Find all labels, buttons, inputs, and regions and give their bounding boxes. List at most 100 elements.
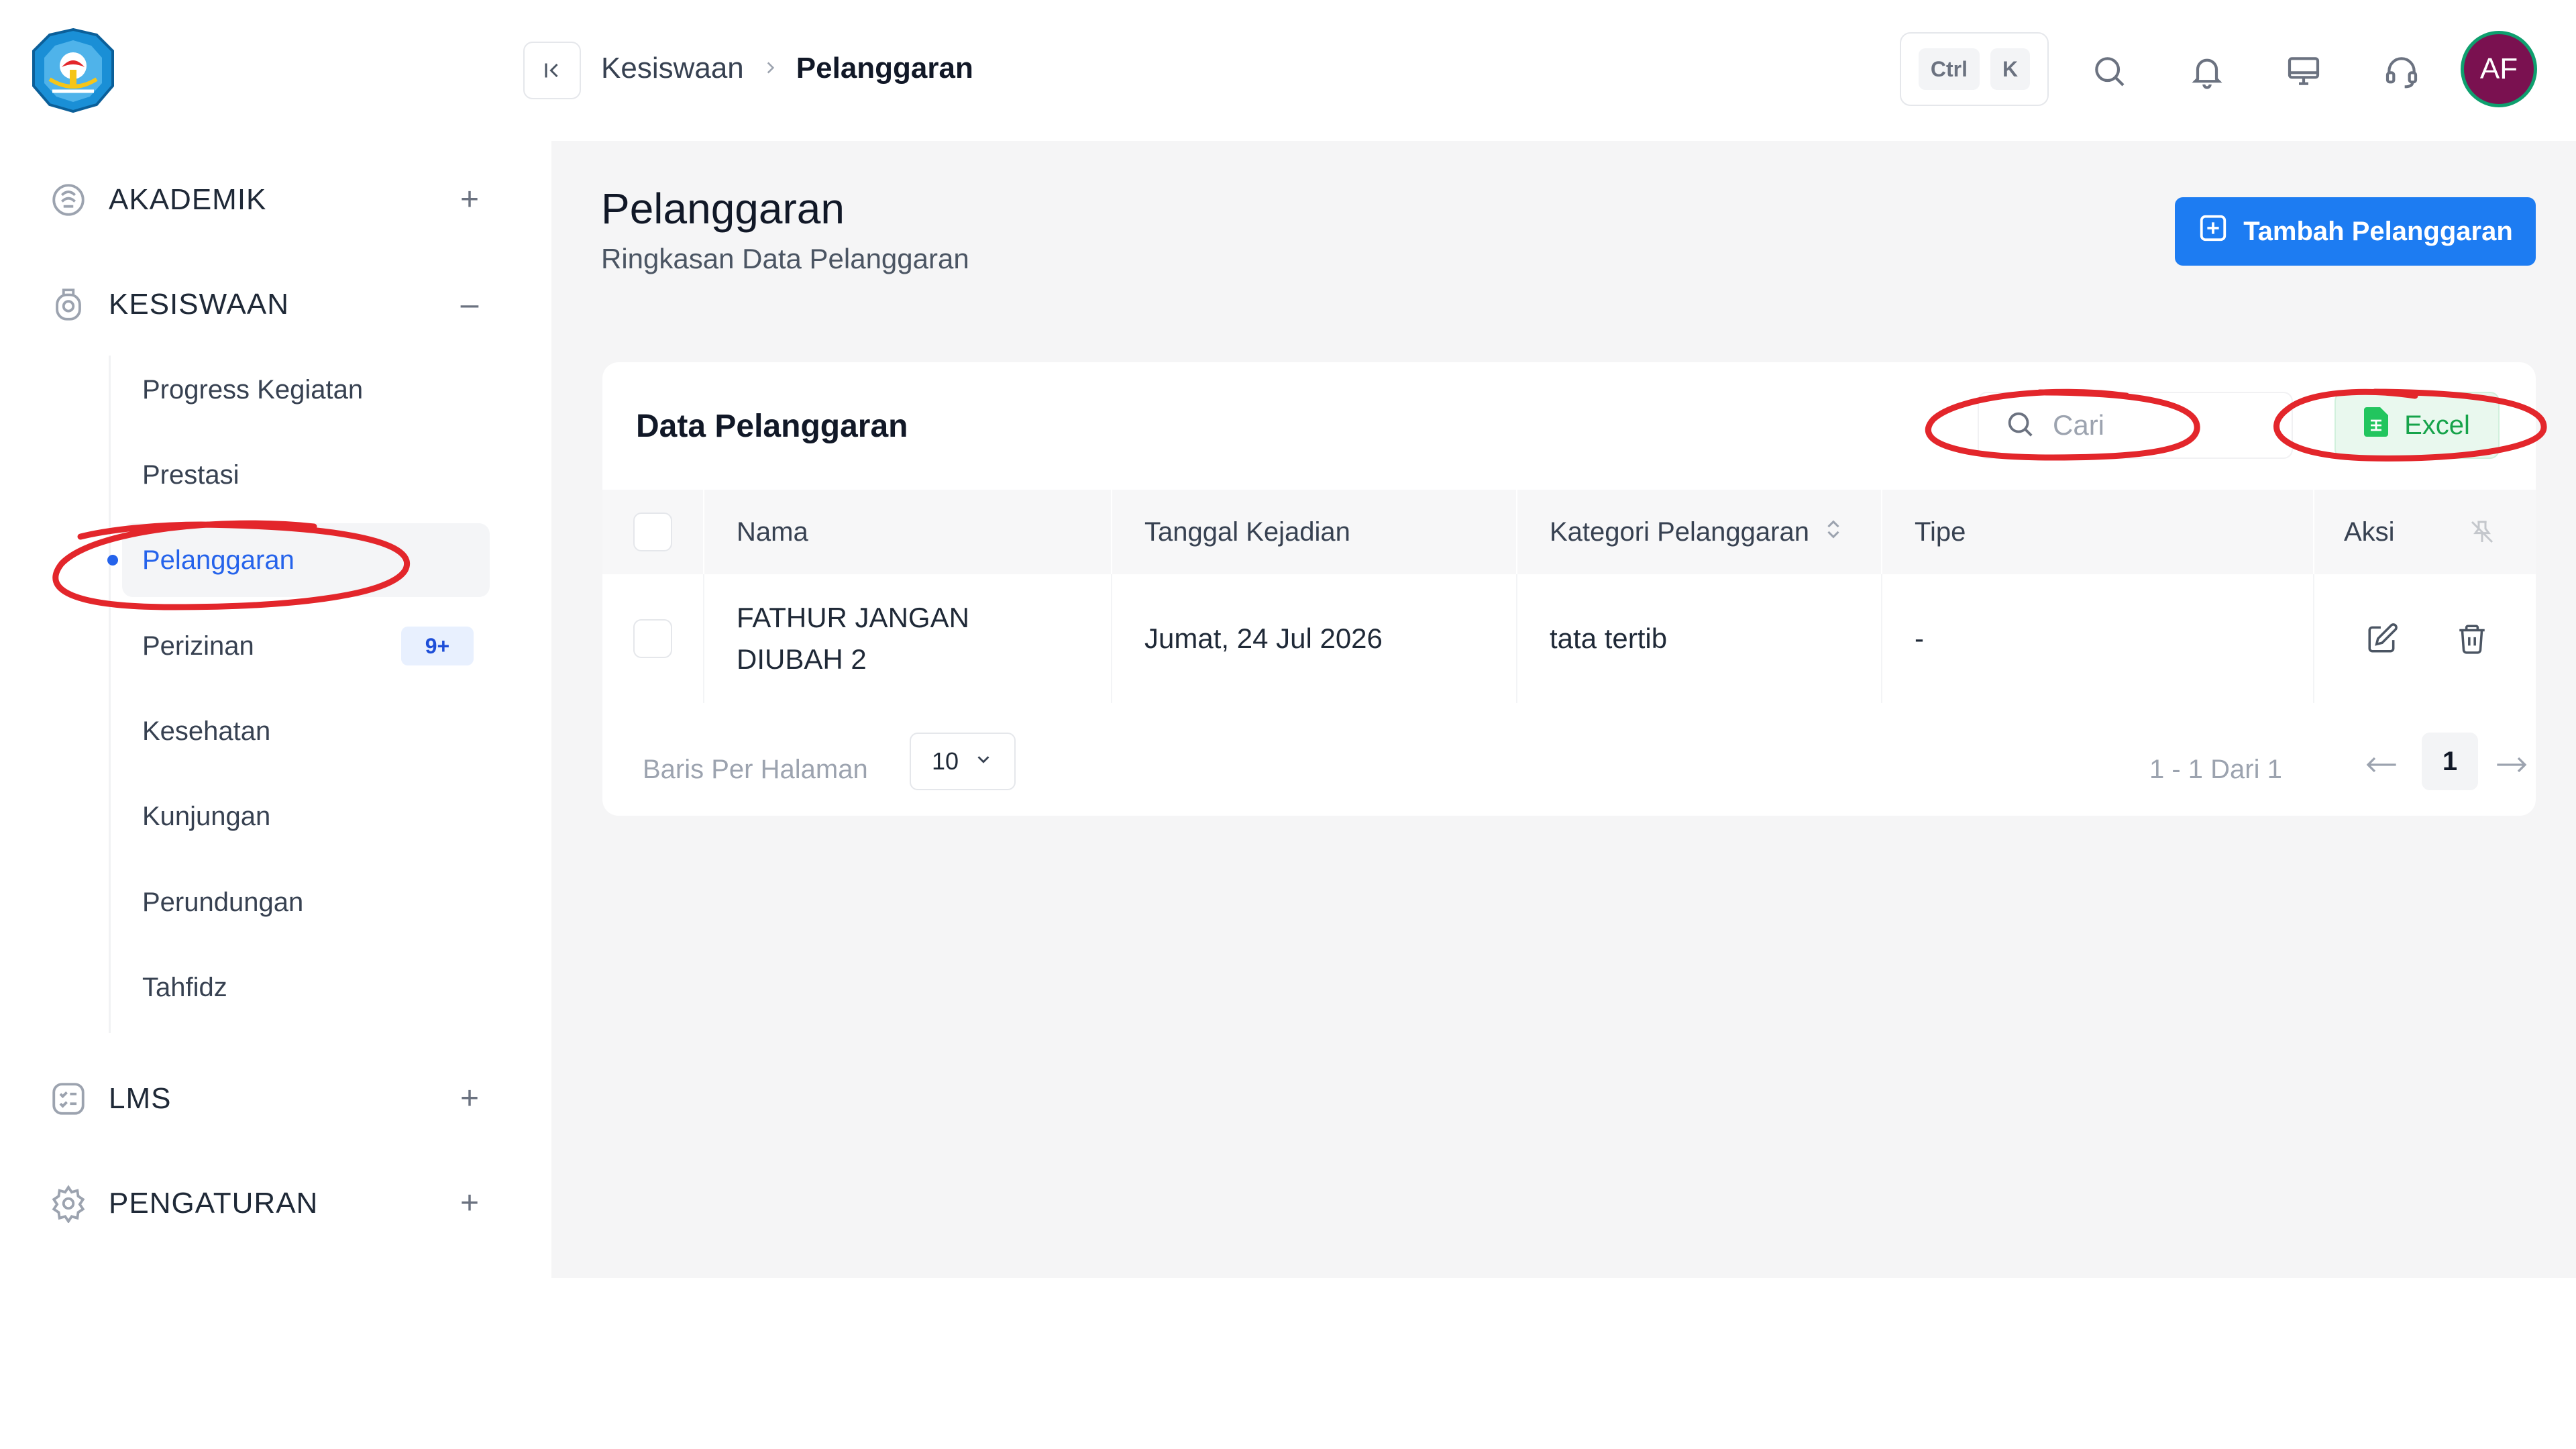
column-header-kategori[interactable]: Kategori Pelanggaran <box>1550 490 1843 574</box>
cell-tipe: - <box>1915 623 1924 654</box>
sidebar-item-pelanggaran[interactable]: Pelanggaran <box>107 523 490 597</box>
submenu-line <box>109 356 111 1033</box>
cell-tanggal: Jumat, 24 Jul 2026 <box>1144 623 1383 654</box>
cell-nama: FATHUR JANGAN DIUBAH 2 <box>737 574 969 703</box>
column-divider <box>1881 490 1882 574</box>
cell-kategori: tata tertib <box>1550 623 1668 654</box>
column-header-tanggal[interactable]: Tanggal Kejadian <box>1144 490 1350 574</box>
column-divider <box>1516 490 1517 574</box>
column-header-label: Kategori Pelanggaran <box>1550 517 1809 547</box>
academic-icon <box>47 178 90 221</box>
page-number-current[interactable]: 1 <box>2422 733 2478 790</box>
sidebar: AKADEMIK + KESISWAAN – Progress Kegiatan… <box>0 0 551 1278</box>
cell-nama-line1: FATHUR JANGAN <box>737 602 969 633</box>
nav-group-kesiswaan[interactable]: KESISWAAN – <box>47 278 483 331</box>
nav-group-label: AKADEMIK <box>109 183 267 216</box>
breadcrumb-item-kesiswaan[interactable]: Kesiswaan <box>601 52 744 85</box>
chevron-down-icon <box>973 747 994 775</box>
search-icon <box>2004 409 2035 443</box>
chevron-right-icon <box>761 54 779 83</box>
checklist-icon <box>47 1077 90 1120</box>
search-input[interactable]: Cari <box>1978 392 2293 459</box>
column-divider <box>1516 574 1517 703</box>
app-logo[interactable] <box>30 27 117 114</box>
sidebar-item-label: Prestasi <box>142 460 239 490</box>
add-violation-label: Tambah Pelanggaran <box>2243 216 2513 246</box>
kbd-k: K <box>1990 48 2031 90</box>
export-excel-button[interactable]: Excel <box>2334 392 2500 459</box>
sidebar-item-label: Kesehatan <box>142 716 271 746</box>
expand-icon[interactable]: + <box>456 1187 483 1220</box>
add-violation-button[interactable]: Tambah Pelanggaran <box>2175 197 2536 266</box>
search-placeholder: Cari <box>2053 409 2105 441</box>
nav-group-akademik[interactable]: AKADEMIK + <box>47 173 483 227</box>
page-subtitle: Ringkasan Data Pelanggaran <box>601 243 969 274</box>
sidebar-item-perundungan[interactable]: Perundungan <box>122 865 490 939</box>
search-icon[interactable] <box>2082 44 2136 98</box>
sidebar-item-label: Kunjungan <box>142 801 271 831</box>
arrow-left-icon[interactable] <box>2361 746 2402 784</box>
table-card: Data Pelanggaran Cari Excel Nama Tanggal… <box>602 362 2536 816</box>
sidebar-item-tahfidz[interactable]: Tahfidz <box>122 951 490 1024</box>
sidebar-item-label: Tahfidz <box>142 972 227 1002</box>
nav-group-label: PENGATURAN <box>109 1187 319 1220</box>
expand-icon[interactable]: + <box>456 1083 483 1115</box>
headset-icon[interactable] <box>2375 44 2428 98</box>
sidebar-item-label: Perizinan <box>142 631 254 661</box>
bell-icon[interactable] <box>2180 44 2234 98</box>
sidebar-item-label: Perundungan <box>142 887 304 917</box>
sidebar-item-kunjungan[interactable]: Kunjungan <box>122 780 490 853</box>
nav-group-label: LMS <box>109 1082 172 1115</box>
nav-group-lms[interactable]: LMS + <box>47 1072 483 1126</box>
student-icon <box>47 283 90 326</box>
column-divider <box>1111 490 1112 574</box>
edit-icon[interactable] <box>2365 574 2399 703</box>
collapse-icon[interactable]: – <box>456 288 483 321</box>
sidebar-item-perizinan[interactable]: Perizinan 9+ <box>122 609 490 683</box>
collapse-sidebar-button[interactable] <box>523 42 581 99</box>
column-header-aksi: Aksi <box>2344 517 2395 547</box>
column-divider <box>1111 574 1112 703</box>
sidebar-item-prestasi[interactable]: Prestasi <box>122 438 490 512</box>
sidebar-item-progress-kegiatan[interactable]: Progress Kegiatan <box>122 353 490 427</box>
table-row[interactable]: FATHUR JANGAN DIUBAH 2 Jumat, 24 Jul 202… <box>602 574 2536 703</box>
table-header: Nama Tanggal Kejadian Kategori Pelanggar… <box>602 490 2536 574</box>
rows-per-page-select[interactable]: 10 <box>910 733 1016 790</box>
select-all-checkbox[interactable] <box>633 513 672 551</box>
column-header-tipe[interactable]: Tipe <box>1915 490 1966 574</box>
avatar[interactable]: AF <box>2461 31 2537 107</box>
rows-per-page-value: 10 <box>931 747 959 775</box>
sidebar-item-label: Pelanggaran <box>142 545 294 575</box>
gear-icon <box>47 1182 90 1225</box>
unpin-icon[interactable] <box>2469 490 2496 574</box>
arrow-right-icon[interactable] <box>2491 746 2532 784</box>
active-dot <box>107 555 118 566</box>
trash-icon[interactable] <box>2455 574 2489 703</box>
command-palette-shortcut[interactable]: Ctrl K <box>1900 32 2049 106</box>
monitor-icon[interactable] <box>2277 44 2330 98</box>
row-checkbox-cell <box>633 574 672 703</box>
column-divider <box>1881 574 1882 703</box>
column-divider <box>2313 490 2314 574</box>
card-title: Data Pelanggaran <box>636 409 908 444</box>
column-divider <box>703 490 704 574</box>
pagination-info: 1 - 1 Dari 1 <box>2149 755 2282 784</box>
nav-group-pengaturan[interactable]: PENGATURAN + <box>47 1177 483 1230</box>
nav-group-label: KESISWAAN <box>109 288 289 321</box>
breadcrumb: Kesiswaan Pelanggaran <box>601 48 973 89</box>
sort-icon[interactable] <box>1824 517 1843 547</box>
row-checkbox[interactable] <box>633 619 672 658</box>
cell-nama-line2: DIUBAH 2 <box>737 643 867 675</box>
sidebar-item-label: Progress Kegiatan <box>142 374 364 405</box>
excel-label: Excel <box>2404 410 2470 440</box>
expand-icon[interactable]: + <box>456 184 483 216</box>
rows-per-page-label: Baris Per Halaman <box>643 755 868 784</box>
page-title: Pelanggaran <box>601 184 845 233</box>
select-all-checkbox-cell <box>633 490 672 574</box>
column-divider <box>2313 574 2314 703</box>
plus-square-icon <box>2198 213 2229 250</box>
sidebar-item-kesehatan[interactable]: Kesehatan <box>122 694 490 768</box>
column-header-nama[interactable]: Nama <box>737 490 808 574</box>
column-divider <box>703 574 704 703</box>
breadcrumb-item-current: Pelanggaran <box>796 52 973 85</box>
